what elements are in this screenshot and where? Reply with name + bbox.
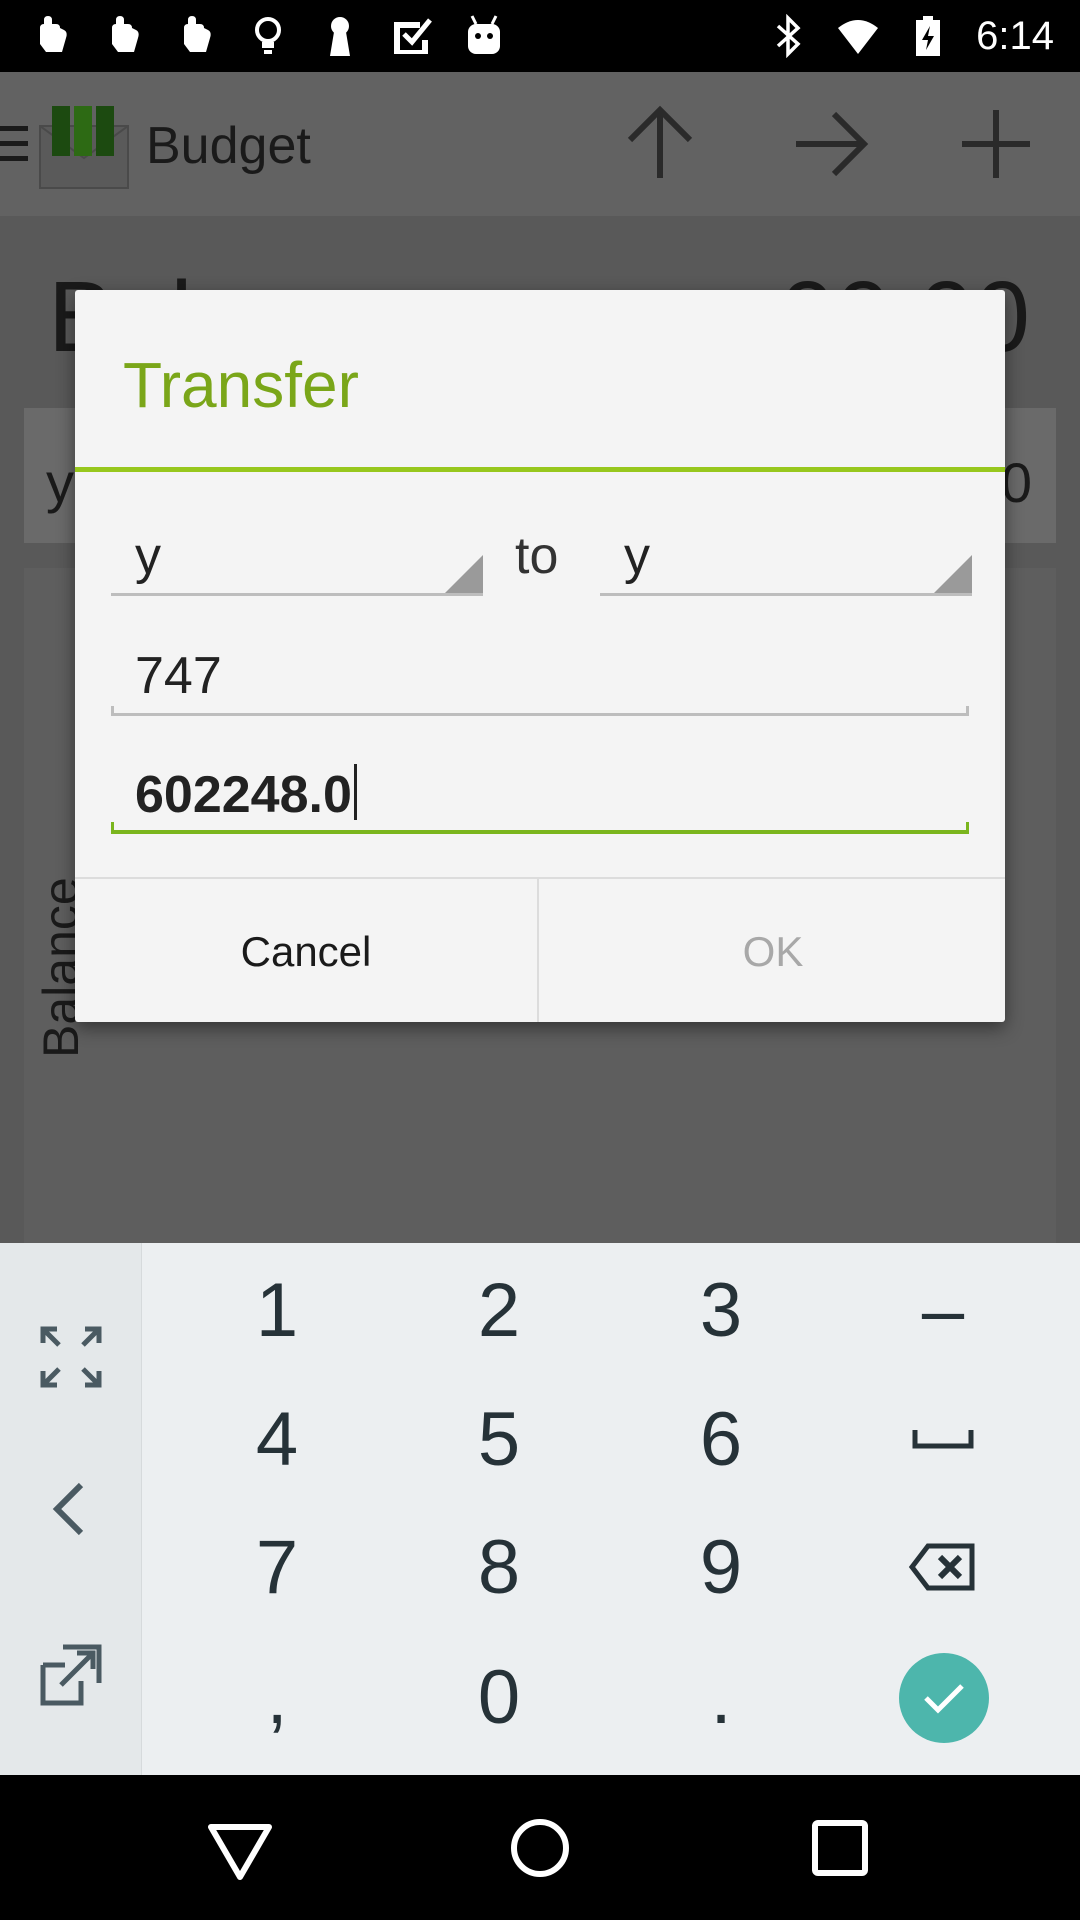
account-row-name: y <box>46 451 74 514</box>
dialog-button-bar: Cancel OK <box>75 877 1005 1022</box>
spinner-dropdown-icon <box>934 555 972 593</box>
ok-button[interactable]: OK <box>541 879 1005 1022</box>
field-underline <box>111 713 969 716</box>
key-comma[interactable]: , <box>166 1633 388 1761</box>
description-field[interactable]: 747 <box>111 636 969 716</box>
status-bar-system: 6:14 <box>766 8 1054 64</box>
keyboard-side-panel <box>0 1243 142 1775</box>
back-chevron-icon[interactable] <box>33 1471 109 1547</box>
amount-value: 602248.0 <box>135 764 357 825</box>
from-account-spinner[interactable]: y <box>111 520 483 596</box>
app-title: Budget <box>146 117 311 175</box>
bluetooth-icon <box>776 14 801 58</box>
battery-charging-icon <box>916 16 941 56</box>
key-3[interactable]: 3 <box>610 1246 832 1374</box>
key-0[interactable]: 0 <box>388 1633 610 1761</box>
recents-icon[interactable] <box>803 1811 877 1885</box>
dialog-title-divider <box>75 467 1005 472</box>
to-label: to <box>515 527 559 585</box>
add-icon[interactable] <box>954 102 1038 186</box>
backspace-icon <box>908 1543 975 1591</box>
right-arrow-icon[interactable] <box>788 102 872 186</box>
key-backspace[interactable] <box>832 1503 1054 1631</box>
menu-icon[interactable] <box>0 122 30 166</box>
popout-icon[interactable] <box>33 1637 109 1713</box>
text-cursor <box>353 764 357 820</box>
fullscreen-icon[interactable] <box>33 1319 109 1395</box>
enter-key[interactable] <box>899 1653 989 1743</box>
hand-notification-icon <box>112 16 139 52</box>
back-icon[interactable] <box>203 1811 277 1885</box>
account-row-amount: 0 <box>1000 451 1032 514</box>
key-8[interactable]: 8 <box>388 1503 610 1631</box>
spinner-underline <box>111 593 483 596</box>
description-value: 747 <box>135 647 222 705</box>
budget-envelope-logo-icon <box>39 106 129 189</box>
spinner-underline <box>600 593 972 596</box>
key-6[interactable]: 6 <box>610 1375 832 1503</box>
checkbox-icon <box>394 18 432 54</box>
android-icon <box>468 15 500 54</box>
key-minus[interactable]: – <box>832 1246 1054 1374</box>
from-account-value: y <box>135 527 161 585</box>
cancel-button[interactable]: Cancel <box>75 879 539 1022</box>
amount-text: 602248.0 <box>135 766 352 824</box>
status-time: 6:14 <box>976 13 1054 58</box>
key-1[interactable]: 1 <box>166 1246 388 1374</box>
key-7[interactable]: 7 <box>166 1503 388 1631</box>
dialog-title: Transfer <box>123 349 359 421</box>
key-5[interactable]: 5 <box>388 1375 610 1503</box>
transfer-dialog: Transfer y to y 747 602248.0 Cancel OK <box>75 290 1005 1022</box>
numeric-keyboard: 1 2 3 – 4 5 6 7 8 9 , 0 . <box>0 1243 1080 1775</box>
navigation-bar <box>0 1775 1080 1920</box>
hand-notification-icon <box>184 16 211 52</box>
status-bar-notifications <box>30 10 506 62</box>
wifi-icon <box>838 20 879 54</box>
amount-field[interactable]: 602248.0 <box>111 754 969 834</box>
checkmark-icon <box>924 1684 964 1714</box>
home-icon[interactable] <box>503 1811 577 1885</box>
to-account-spinner[interactable]: y <box>600 520 972 596</box>
app-bar: Budget <box>0 72 1080 216</box>
up-arrow-icon[interactable] <box>618 102 702 186</box>
field-underline <box>111 830 969 834</box>
key-space[interactable] <box>832 1375 1054 1503</box>
key-4[interactable]: 4 <box>166 1375 388 1503</box>
lightbulb-icon <box>255 17 281 54</box>
spinner-dropdown-icon <box>445 555 483 593</box>
key-2[interactable]: 2 <box>388 1246 610 1374</box>
hand-notification-icon <box>40 16 67 52</box>
space-bar-icon <box>912 1430 974 1449</box>
to-account-value: y <box>624 527 650 585</box>
status-bar: 6:14 <box>0 0 1080 72</box>
key-9[interactable]: 9 <box>610 1503 832 1631</box>
keyhole-icon <box>330 17 350 56</box>
key-period[interactable]: . <box>610 1633 832 1761</box>
